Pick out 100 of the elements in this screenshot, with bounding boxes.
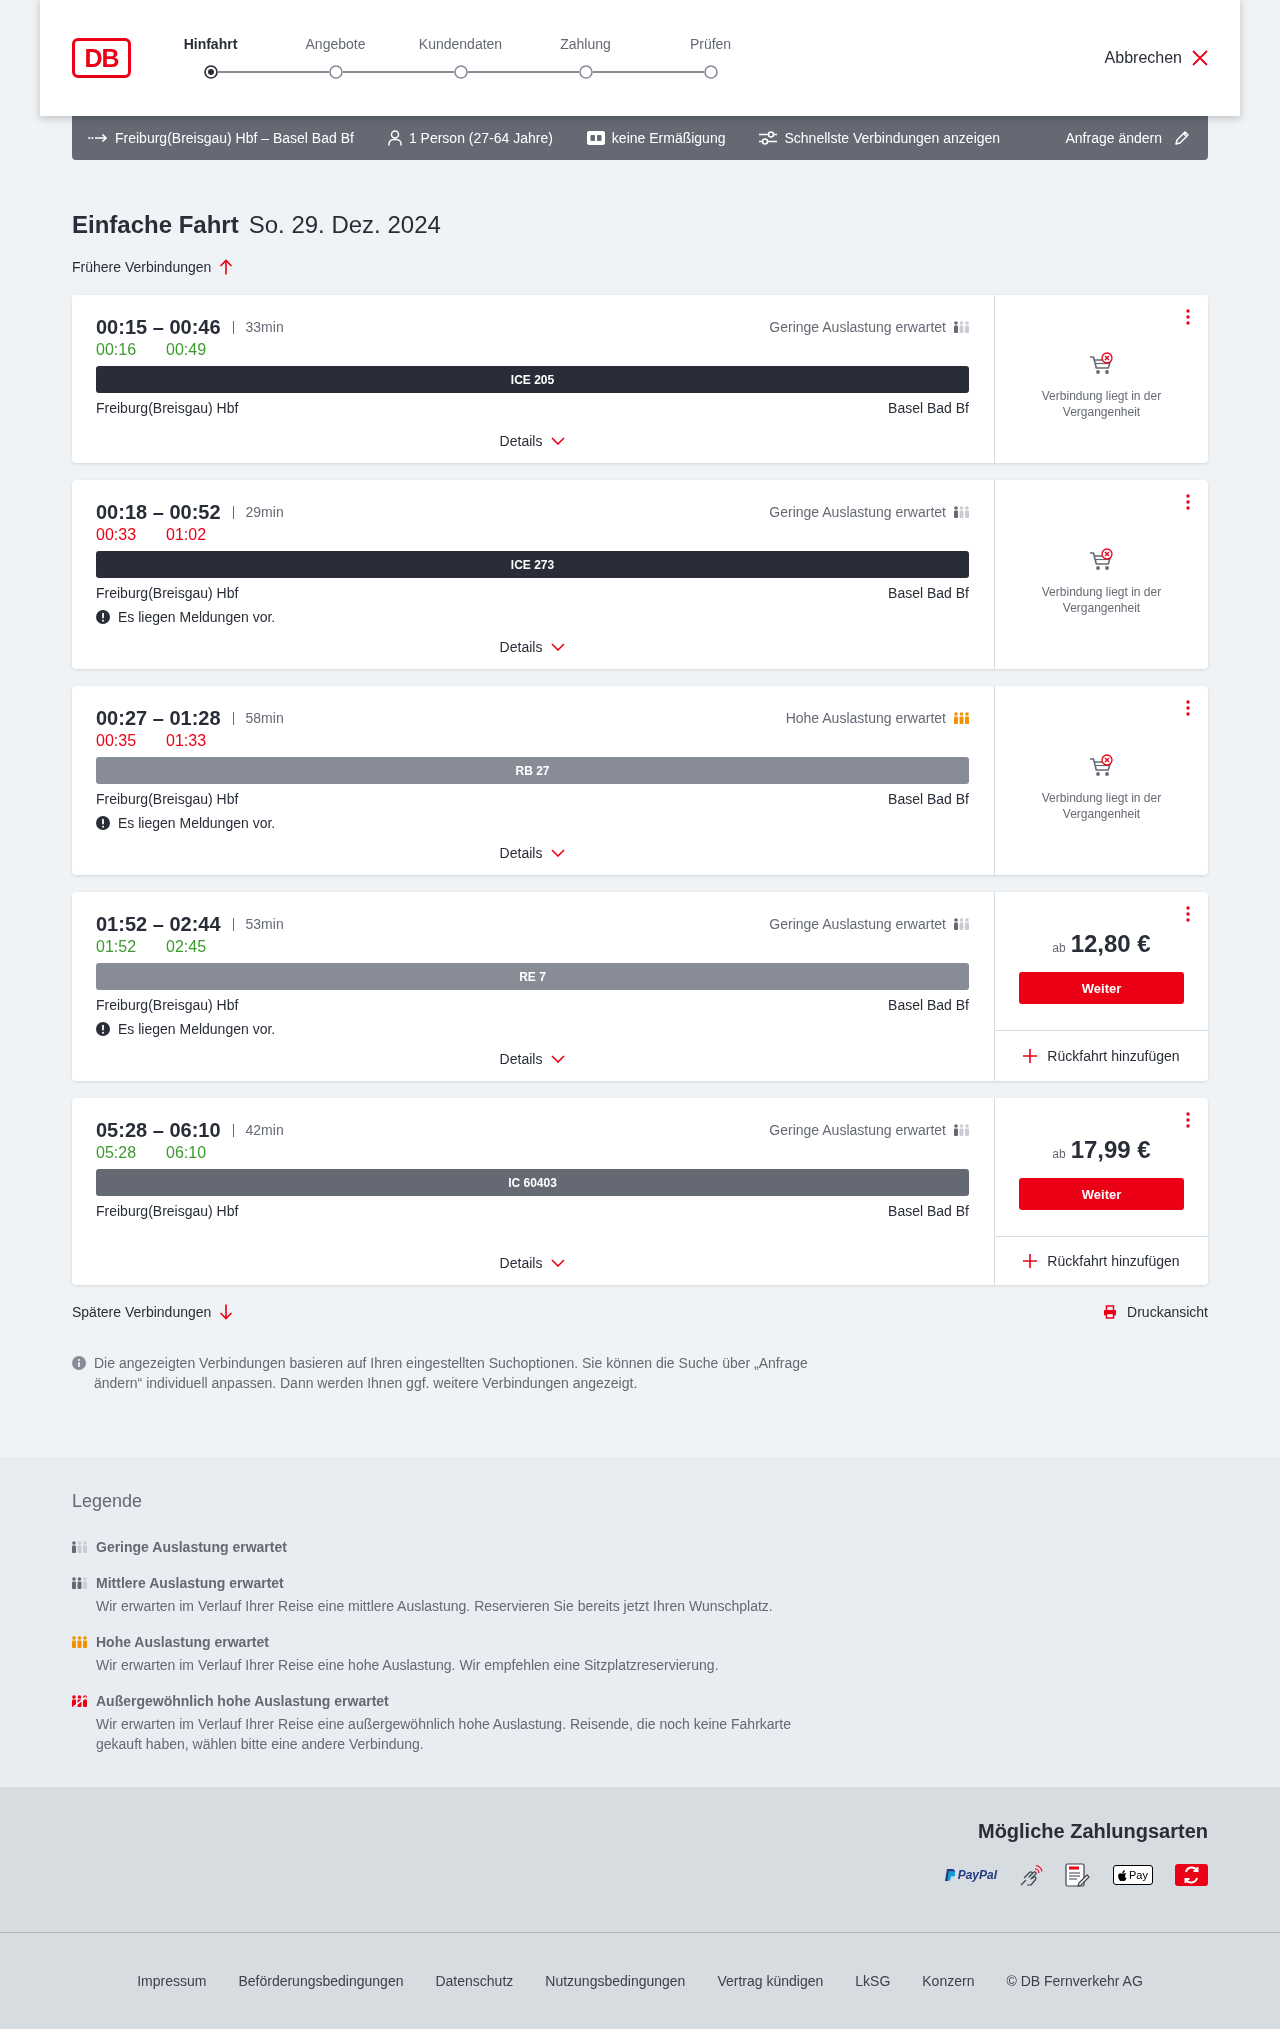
more-options-icon[interactable] xyxy=(1186,1112,1190,1128)
past-connection-text: Verbindung liegt in der Vergangenheit xyxy=(1040,789,1163,822)
departure-station: Freiburg(Breisgau) Hbf xyxy=(96,399,239,418)
train-line-bar: ICE 205 xyxy=(96,366,969,393)
info-text: Die angezeigten Verbindungen basieren auf Ihren eingestellten Suchoptionen. Sie können die Suche über „Anfrage ändern“ individuell anpassen. Dann werden Ihnen ggf. weitere Verbindungen angezeigt. xyxy=(94,1354,809,1393)
realtime-departure: 00:33 xyxy=(96,525,138,545)
edit-request-button[interactable]: Anfrage ändern xyxy=(1065,128,1190,148)
chevron-down-icon xyxy=(551,849,566,857)
occupancy-text: Geringe Auslastung erwartet xyxy=(769,318,946,337)
price-prefix: ab xyxy=(1052,1147,1066,1161)
step-label: Hinfahrt xyxy=(183,35,238,54)
price-text: 17,99 € xyxy=(1070,1136,1151,1164)
footer-link[interactable]: LkSG xyxy=(855,1971,891,1991)
person-icon xyxy=(387,130,402,146)
step-label: Kundendaten xyxy=(418,35,503,54)
realtime-arrival: 06:10 xyxy=(166,1143,207,1163)
people-icon xyxy=(72,1636,87,1648)
arrival-station: Basel Bad Bf xyxy=(888,584,969,603)
duration-text: 42min xyxy=(245,1121,284,1140)
legend-title: Legende xyxy=(72,1490,144,1513)
travel-date: So. 29. Dez. 2024 xyxy=(248,210,441,240)
realtime-arrival: 02:45 xyxy=(166,937,207,957)
details-button[interactable]: Details xyxy=(499,1253,566,1273)
duration-text: 33min xyxy=(245,318,284,337)
departure-station: Freiburg(Breisgau) Hbf xyxy=(96,996,239,1015)
legend-item-text: Wir erwarten im Verlauf Ihrer Reise eine außergewöhnlich hohe Auslastung. Reisende, die noch keine Fahrkarte gekauft haben, wählen bitte eine andere Verbindung. xyxy=(96,1715,792,1754)
more-options-icon[interactable] xyxy=(1186,309,1190,325)
add-return-trip-button[interactable]: Rückfahrt hinzufügen xyxy=(995,1030,1208,1081)
realtime-departure: 00:16 xyxy=(96,340,138,360)
footer-link[interactable]: Nutzungsbedingungen xyxy=(545,1971,686,1991)
realtime-departure: 05:28 xyxy=(96,1143,138,1163)
arrival-station: Basel Bad Bf xyxy=(888,996,969,1015)
occupancy-text: Geringe Auslastung erwartet xyxy=(769,503,946,522)
chevron-down-icon xyxy=(551,1055,566,1063)
earlier-connections-link[interactable]: Frühere Verbindungen xyxy=(72,257,234,277)
apple-icon xyxy=(1118,1869,1128,1881)
contactless-hand-icon xyxy=(1019,1864,1044,1886)
details-button[interactable]: Details xyxy=(499,1049,566,1069)
arrival-station: Basel Bad Bf xyxy=(888,790,969,809)
more-options-icon[interactable] xyxy=(1186,494,1190,510)
journey-times: 00:27 – 01:28 xyxy=(96,706,221,730)
notice-text: Es liegen Meldungen vor. xyxy=(118,814,276,833)
departure-station: Freiburg(Breisgau) Hbf xyxy=(96,790,239,809)
realtime-arrival: 00:49 xyxy=(166,340,207,360)
cart-crossed-icon xyxy=(1088,753,1115,778)
people-icon xyxy=(954,918,969,930)
details-button[interactable]: Details xyxy=(499,431,566,451)
realtime-departure: 01:52 xyxy=(96,937,138,957)
chevron-down-icon xyxy=(551,1259,566,1267)
db-logo[interactable]: DB xyxy=(72,38,131,78)
price-prefix: ab xyxy=(1052,941,1066,955)
occupancy-text: Geringe Auslastung erwartet xyxy=(769,915,946,934)
plus-icon xyxy=(1023,1254,1038,1268)
legend-item-title: Hohe Auslastung erwartet xyxy=(96,1633,270,1652)
footer-link[interactable]: Konzern xyxy=(922,1971,975,1991)
footer-link[interactable]: Beförderungsbedingungen xyxy=(238,1971,404,1991)
notice-text: Es liegen Meldungen vor. xyxy=(118,1020,276,1039)
more-options-icon[interactable] xyxy=(1186,906,1190,922)
footer-link[interactable]: Vertrag kündigen xyxy=(717,1971,824,1991)
legend-item-text: Wir erwarten im Verlauf Ihrer Reise eine hohe Auslastung. Wir empfehlen eine Sitzplatzreservierung. xyxy=(96,1656,720,1675)
realtime-arrival: 01:33 xyxy=(166,731,207,751)
route-arrow-icon xyxy=(88,133,108,143)
train-line-bar: IC 60403 xyxy=(96,1169,969,1196)
chevron-down-icon xyxy=(551,437,566,445)
details-button[interactable]: Details xyxy=(499,637,566,657)
footer-link[interactable]: Datenschutz xyxy=(435,1971,514,1991)
arrival-station: Basel Bad Bf xyxy=(888,1202,969,1221)
realtime-departure: 00:35 xyxy=(96,731,138,751)
warning-icon xyxy=(96,1022,110,1036)
footer-link[interactable]: Impressum xyxy=(137,1971,207,1991)
passenger-text: 1 Person (27-64 Jahre) xyxy=(408,129,553,148)
info-icon xyxy=(72,1356,86,1370)
arrow-up-icon xyxy=(219,259,234,275)
print-view-link[interactable]: Druckansicht xyxy=(1103,1302,1208,1322)
close-icon xyxy=(1192,50,1208,66)
departure-station: Freiburg(Breisgau) Hbf xyxy=(96,1202,239,1221)
duration-text: 58min xyxy=(245,709,284,728)
chevron-down-icon xyxy=(551,643,566,651)
departure-station: Freiburg(Breisgau) Hbf xyxy=(96,584,239,603)
arrival-station: Basel Bad Bf xyxy=(888,399,969,418)
add-return-trip-button[interactable]: Rückfahrt hinzufügen xyxy=(995,1236,1208,1285)
legend-item-title: Mittlere Auslastung erwartet xyxy=(96,1574,285,1593)
continue-button[interactable]: Weiter xyxy=(1019,1178,1184,1210)
journey-times: 01:52 – 02:44 xyxy=(96,912,221,936)
past-connection-text: Verbindung liegt in der Vergangenheit xyxy=(1040,388,1163,420)
journey-times: 00:18 – 00:52 xyxy=(96,500,221,524)
plus-icon xyxy=(1023,1049,1038,1063)
people-icon xyxy=(954,321,969,333)
later-connections-link[interactable]: Spätere Verbindungen xyxy=(72,1302,234,1322)
continue-button[interactable]: Weiter xyxy=(1019,972,1184,1004)
train-line-bar: ICE 273 xyxy=(96,551,969,578)
duration-text: 29min xyxy=(245,503,284,522)
realtime-arrival: 01:02 xyxy=(166,525,207,545)
cancel-button[interactable]: Abbrechen xyxy=(1104,47,1208,69)
journey-times: 05:28 – 06:10 xyxy=(96,1118,221,1142)
details-button[interactable]: Details xyxy=(499,843,566,863)
more-options-icon[interactable] xyxy=(1186,700,1190,716)
people-icon xyxy=(954,1124,969,1136)
payment-logo-icon xyxy=(1175,1864,1208,1886)
cart-crossed-icon xyxy=(1088,352,1115,376)
